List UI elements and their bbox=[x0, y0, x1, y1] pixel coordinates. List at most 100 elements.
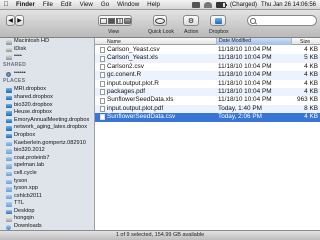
battery-icon[interactable] bbox=[215, 1, 227, 8]
sidebar-heading-places: PLACES bbox=[3, 78, 26, 85]
quick-look-button[interactable] bbox=[153, 15, 167, 26]
list-view-icon[interactable] bbox=[107, 17, 115, 24]
dropbox-icon bbox=[6, 88, 12, 93]
file-row[interactable]: Carlson_Yeast.xls 11/18/10 10:04 PM 5 KB bbox=[95, 54, 320, 63]
column-header-name[interactable]: Name bbox=[107, 39, 121, 45]
sidebar-item-label: hongqin bbox=[14, 215, 34, 222]
sidebar-item-label: Macintosh HD bbox=[14, 38, 50, 44]
sidebar-item-label: Downloads bbox=[14, 223, 42, 230]
file-date-modified: 11/18/10 10:04 PM bbox=[218, 79, 272, 87]
file-row[interactable]: SunflowerSeedData.csv Today, 2:06 PM 4 KB bbox=[95, 113, 320, 122]
file-size: 5 KB bbox=[304, 54, 318, 62]
sidebar-item[interactable]: tyson bbox=[0, 178, 94, 186]
column-divider[interactable] bbox=[291, 38, 292, 45]
disk-icon bbox=[6, 55, 12, 60]
sidebar-item-label: shared.dropbox bbox=[14, 93, 53, 100]
file-row[interactable]: gc.conent.R 11/18/10 10:04 PM 4 KB bbox=[95, 71, 320, 80]
sidebar-item[interactable]: •••••• bbox=[0, 70, 94, 78]
column-view-icon[interactable] bbox=[115, 17, 123, 24]
dropbox-toolbar-button[interactable] bbox=[210, 15, 226, 26]
action-button[interactable]: ⚙ bbox=[183, 15, 199, 26]
sidebar-item[interactable]: iDisk bbox=[0, 46, 94, 54]
sidebar-item[interactable]: Downloads bbox=[0, 223, 94, 230]
file-date-modified: 11/18/10 10:04 PM bbox=[218, 62, 272, 70]
menu-bar:  Finder File Edit View Go Window Help (… bbox=[0, 0, 320, 10]
sidebar-item[interactable]: spelman.lab bbox=[0, 162, 94, 170]
folder-icon bbox=[6, 202, 12, 207]
sidebar-item[interactable]: tyson.xpp bbox=[0, 185, 94, 193]
icon-view-icon[interactable] bbox=[99, 17, 107, 24]
sidebar-item-label: •••• bbox=[14, 53, 22, 60]
menu-view[interactable]: View bbox=[76, 1, 97, 8]
file-row[interactable]: Carlson_Yeast.csv 11/18/10 10:04 PM 4 KB bbox=[95, 46, 320, 54]
sidebar-item-label: TTL bbox=[14, 200, 24, 207]
sidebar-item[interactable]: hongqin bbox=[0, 215, 94, 223]
file-row[interactable]: packages.pdf 11/18/10 10:04 PM 4 KB bbox=[95, 88, 320, 97]
wifi-icon[interactable] bbox=[203, 1, 212, 8]
folder-icon bbox=[6, 179, 12, 184]
search-field[interactable] bbox=[247, 15, 317, 26]
file-size: 8 KB bbox=[304, 104, 318, 112]
menu-edit[interactable]: Edit bbox=[57, 1, 76, 8]
apple-menu-icon[interactable]:  bbox=[0, 1, 12, 8]
sidebar-item[interactable]: shared.dropbox bbox=[0, 94, 94, 102]
sidebar-item-label: spelman.lab bbox=[14, 162, 45, 169]
menu-window[interactable]: Window bbox=[113, 1, 143, 8]
dropbox-icon bbox=[6, 133, 12, 139]
file-row[interactable]: Carlson2.csv 11/18/10 10:04 PM 4 KB bbox=[95, 63, 320, 71]
menu-help[interactable]: Help bbox=[143, 1, 164, 8]
view-switcher[interactable] bbox=[98, 15, 132, 26]
file-row[interactable]: input.output.plot.pdf Today, 1:40 PM 8 KB bbox=[95, 104, 320, 114]
file-size: 4 KB bbox=[304, 88, 318, 95]
sidebar-item[interactable]: MRI.dropbox bbox=[0, 86, 94, 94]
disk-icon bbox=[6, 47, 12, 53]
file-size: 4 KB bbox=[304, 113, 318, 121]
finder-toolbar: ◀ ▶ View Quick Look ⚙ Action Dropbox bbox=[0, 10, 320, 38]
view-label: View bbox=[108, 29, 120, 35]
folder-icon bbox=[6, 171, 12, 177]
file-name: packages.pdf bbox=[107, 88, 146, 95]
dropbox-icon bbox=[6, 126, 12, 131]
sidebar-item-label: Kaeberlein.gompertz.082910 bbox=[14, 139, 86, 146]
sidebar-item[interactable]: cell.cycle bbox=[0, 170, 94, 178]
file-size: 963 KB bbox=[297, 96, 318, 104]
sidebar-item[interactable]: bio320.dropbox bbox=[0, 102, 94, 110]
sidebar-item[interactable]: Desktop bbox=[0, 208, 94, 216]
dropbox-status-icon[interactable] bbox=[191, 1, 200, 8]
sidebar-item[interactable]: EmoryAnnualMeeting.dropbox bbox=[0, 117, 94, 125]
sidebar-item[interactable]: cshlcb2011 bbox=[0, 193, 94, 201]
forward-button[interactable]: ▶ bbox=[15, 15, 24, 26]
menu-file[interactable]: File bbox=[39, 1, 57, 8]
quick-look-label: Quick Look bbox=[148, 29, 174, 35]
file-date-modified: 11/18/10 10:04 PM bbox=[218, 46, 272, 53]
sidebar-item[interactable]: TTL bbox=[0, 200, 94, 208]
back-button[interactable]: ◀ bbox=[6, 15, 15, 26]
sidebar-item[interactable]: Kaeberlein.gompertz.082910 bbox=[0, 140, 94, 148]
sidebar-item[interactable]: Macintosh HD bbox=[0, 38, 94, 46]
file-row[interactable]: SunflowerSeedData.xls 11/18/10 10:04 PM 96… bbox=[95, 96, 320, 104]
menu-finder[interactable]: Finder bbox=[12, 1, 39, 8]
sidebar-item[interactable]: Heuse.dropbox bbox=[0, 109, 94, 117]
menubar-clock[interactable]: Thu Jan 26 14:06:56 bbox=[261, 2, 316, 8]
sidebar-item[interactable]: Dropbox bbox=[0, 132, 94, 140]
menu-go[interactable]: Go bbox=[97, 1, 113, 8]
dropbox-icon bbox=[214, 17, 222, 24]
column-header-size[interactable]: Size bbox=[300, 39, 310, 45]
coverflow-view-icon[interactable] bbox=[123, 17, 131, 24]
sidebar-item-label: EmoryAnnualMeeting.dropbox bbox=[14, 116, 90, 123]
column-header-date-modified[interactable]: Date Modified bbox=[217, 38, 291, 45]
sidebar-item-label: cshlcb2011 bbox=[14, 192, 42, 199]
sidebar-item[interactable]: network_aging_latex.dropbox bbox=[0, 124, 94, 132]
sidebar-item[interactable]: coat.proteinb7 bbox=[0, 155, 94, 163]
sidebar-item[interactable]: bio320.2012 bbox=[0, 147, 94, 155]
file-row[interactable]: input.output.plot.R 11/18/10 10:04 PM 4 KB bbox=[95, 80, 320, 88]
sidebar-item-label: tyson bbox=[14, 177, 28, 184]
document-icon bbox=[100, 97, 105, 104]
sidebar-item-label: MRI.dropbox bbox=[14, 86, 47, 93]
sidebar-heading-shared: SHARED bbox=[3, 61, 27, 68]
file-size: 4 KB bbox=[304, 79, 318, 87]
file-name: input.output.plot.R bbox=[107, 79, 159, 87]
status-bar: 1 of 9 selected, 154.99 GB available bbox=[0, 230, 320, 240]
sidebar-item[interactable]: •••• bbox=[0, 53, 94, 61]
sidebar-devices: Macintosh HD iDisk •••• bbox=[0, 38, 94, 61]
